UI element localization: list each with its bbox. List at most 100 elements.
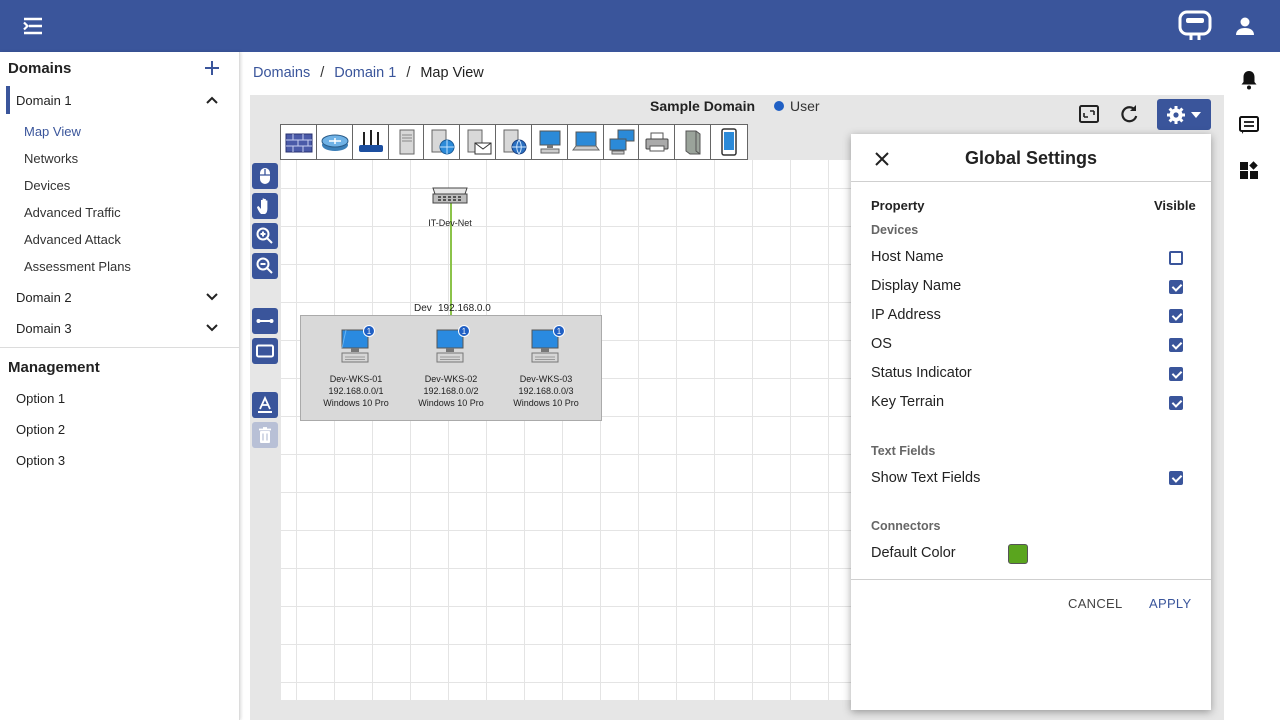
show-text-fields-checkbox[interactable] bbox=[1169, 471, 1183, 485]
sidebar: Domains Domain 1 Map View Networks Devic… bbox=[0, 52, 240, 720]
widgets-icon[interactable] bbox=[1238, 160, 1260, 182]
pan-tool[interactable] bbox=[252, 193, 278, 219]
gear-icon bbox=[1167, 106, 1185, 124]
web-server-icon bbox=[431, 129, 455, 155]
connectors-group-header: Connectors bbox=[871, 519, 941, 533]
apply-button[interactable]: APPLY bbox=[1149, 596, 1191, 611]
connector-tool[interactable] bbox=[252, 308, 278, 334]
sidebar-item-networks[interactable]: Networks bbox=[24, 151, 78, 166]
display-name-checkbox[interactable] bbox=[1169, 280, 1183, 294]
palette-web-server[interactable] bbox=[424, 125, 461, 159]
palette-printer[interactable] bbox=[639, 125, 676, 159]
status-indicator-checkbox[interactable] bbox=[1169, 367, 1183, 381]
dialog-divider bbox=[851, 181, 1211, 182]
palette-wireless-router[interactable] bbox=[353, 125, 389, 159]
group-box-tool[interactable] bbox=[252, 338, 278, 364]
zoom-out-tool[interactable] bbox=[252, 253, 278, 279]
chevron-down-icon[interactable] bbox=[204, 289, 220, 305]
settings-menu-button[interactable] bbox=[1157, 99, 1211, 130]
sidebar-item-option-2[interactable]: Option 2 bbox=[16, 422, 65, 437]
ip-address-checkbox[interactable] bbox=[1169, 309, 1183, 323]
sidebar-item-advanced-traffic[interactable]: Advanced Traffic bbox=[24, 205, 121, 220]
legend-dot bbox=[774, 101, 784, 111]
sidebar-item-map-view[interactable]: Map View bbox=[24, 124, 81, 139]
text-format-icon bbox=[258, 395, 272, 413]
palette-router[interactable] bbox=[317, 125, 353, 159]
sidebar-item-assessment-plans[interactable]: Assessment Plans bbox=[24, 259, 131, 274]
network-switch-icon[interactable] bbox=[430, 176, 470, 216]
zoom-in-tool[interactable] bbox=[252, 223, 278, 249]
text-tool[interactable] bbox=[252, 392, 278, 418]
key-terrain-checkbox[interactable] bbox=[1169, 396, 1183, 410]
storage-icon bbox=[685, 130, 701, 155]
chevron-up-icon[interactable] bbox=[204, 92, 220, 108]
dialog-title: Global Settings bbox=[964, 148, 1097, 168]
select-tool[interactable] bbox=[252, 163, 278, 189]
menu-collapse-icon[interactable] bbox=[20, 14, 46, 38]
wireless-router-icon bbox=[358, 130, 383, 152]
host-name-checkbox[interactable] bbox=[1169, 251, 1183, 265]
palette-firewall[interactable] bbox=[281, 125, 317, 159]
breadcrumb-domain-1[interactable]: Domain 1 bbox=[334, 65, 396, 81]
device-2-ip: 192.168.0.0/2 bbox=[423, 386, 479, 396]
fit-screen-icon[interactable] bbox=[1077, 102, 1101, 126]
messages-icon[interactable] bbox=[1238, 114, 1260, 136]
sidebar-item-domain-2[interactable]: Domain 2 bbox=[16, 290, 72, 305]
dialog-footer-divider bbox=[851, 579, 1211, 580]
device-3-name: Dev-WKS-03 bbox=[519, 374, 573, 384]
group-name: Dev bbox=[414, 303, 432, 314]
status-badge: 1 bbox=[363, 325, 375, 337]
device-palette bbox=[280, 124, 748, 160]
breadcrumb-domains[interactable]: Domains bbox=[253, 65, 310, 81]
palette-mail-server[interactable] bbox=[460, 125, 497, 159]
breadcrumb-current: Map View bbox=[420, 65, 484, 81]
connector-line-icon bbox=[256, 319, 274, 323]
sidebar-item-option-3[interactable]: Option 3 bbox=[16, 453, 65, 468]
palette-laptop[interactable] bbox=[568, 125, 604, 159]
os-checkbox[interactable] bbox=[1169, 338, 1183, 352]
zoom-in-icon bbox=[256, 227, 273, 244]
trash-icon bbox=[259, 427, 271, 443]
breadcrumb: Domains / Domain 1/Map View bbox=[253, 65, 484, 81]
workstation-icon bbox=[539, 130, 561, 154]
network-computers-icon bbox=[609, 129, 635, 155]
status-indicator-label: Status Indicator bbox=[871, 365, 972, 381]
os-label: OS bbox=[871, 336, 892, 352]
palette-dns-server[interactable] bbox=[496, 125, 532, 159]
hand-icon bbox=[257, 198, 268, 214]
firewall-icon bbox=[285, 133, 313, 153]
device-3-ip: 192.168.0.0/3 bbox=[518, 386, 574, 396]
app-logo-icon[interactable] bbox=[1178, 10, 1212, 42]
active-indicator bbox=[6, 86, 10, 114]
ip-address-label: IP Address bbox=[871, 307, 941, 323]
refresh-icon[interactable] bbox=[1117, 102, 1141, 126]
sidebar-item-domain-3[interactable]: Domain 3 bbox=[16, 321, 72, 336]
palette-workstation[interactable] bbox=[532, 125, 568, 159]
cancel-button[interactable]: CANCEL bbox=[1068, 596, 1123, 611]
device-1-name: Dev-WKS-01 bbox=[329, 374, 383, 384]
palette-storage[interactable] bbox=[675, 125, 712, 159]
palette-network-computers[interactable] bbox=[604, 125, 640, 159]
notifications-bell-icon[interactable] bbox=[1238, 68, 1260, 90]
dns-server-icon bbox=[503, 129, 527, 155]
map-canvas[interactable] bbox=[281, 160, 853, 700]
group-subnet: 192.168.0.0 bbox=[438, 303, 491, 314]
user-account-icon[interactable] bbox=[1233, 14, 1257, 38]
add-domain-icon[interactable] bbox=[202, 58, 222, 78]
key-terrain-label: Key Terrain bbox=[871, 394, 945, 410]
sidebar-item-option-1[interactable]: Option 1 bbox=[16, 391, 65, 406]
sidebar-item-devices[interactable]: Devices bbox=[24, 178, 70, 193]
default-color-swatch[interactable] bbox=[1008, 544, 1028, 564]
global-settings-dialog: Global Settings Property Visible Devices… bbox=[851, 134, 1211, 710]
router-icon bbox=[321, 134, 349, 151]
sidebar-item-advanced-attack[interactable]: Advanced Attack bbox=[24, 232, 121, 247]
palette-server[interactable] bbox=[389, 125, 425, 159]
management-title: Management bbox=[8, 359, 100, 376]
palette-mobile-phone[interactable] bbox=[711, 125, 747, 159]
host-name-label: Host Name bbox=[871, 249, 944, 265]
display-name-label: Display Name bbox=[871, 278, 962, 294]
server-icon bbox=[399, 129, 415, 155]
sidebar-item-domain-1[interactable]: Domain 1 bbox=[16, 93, 72, 108]
chevron-down-icon[interactable] bbox=[204, 320, 220, 336]
device-2-name: Dev-WKS-02 bbox=[424, 374, 478, 384]
